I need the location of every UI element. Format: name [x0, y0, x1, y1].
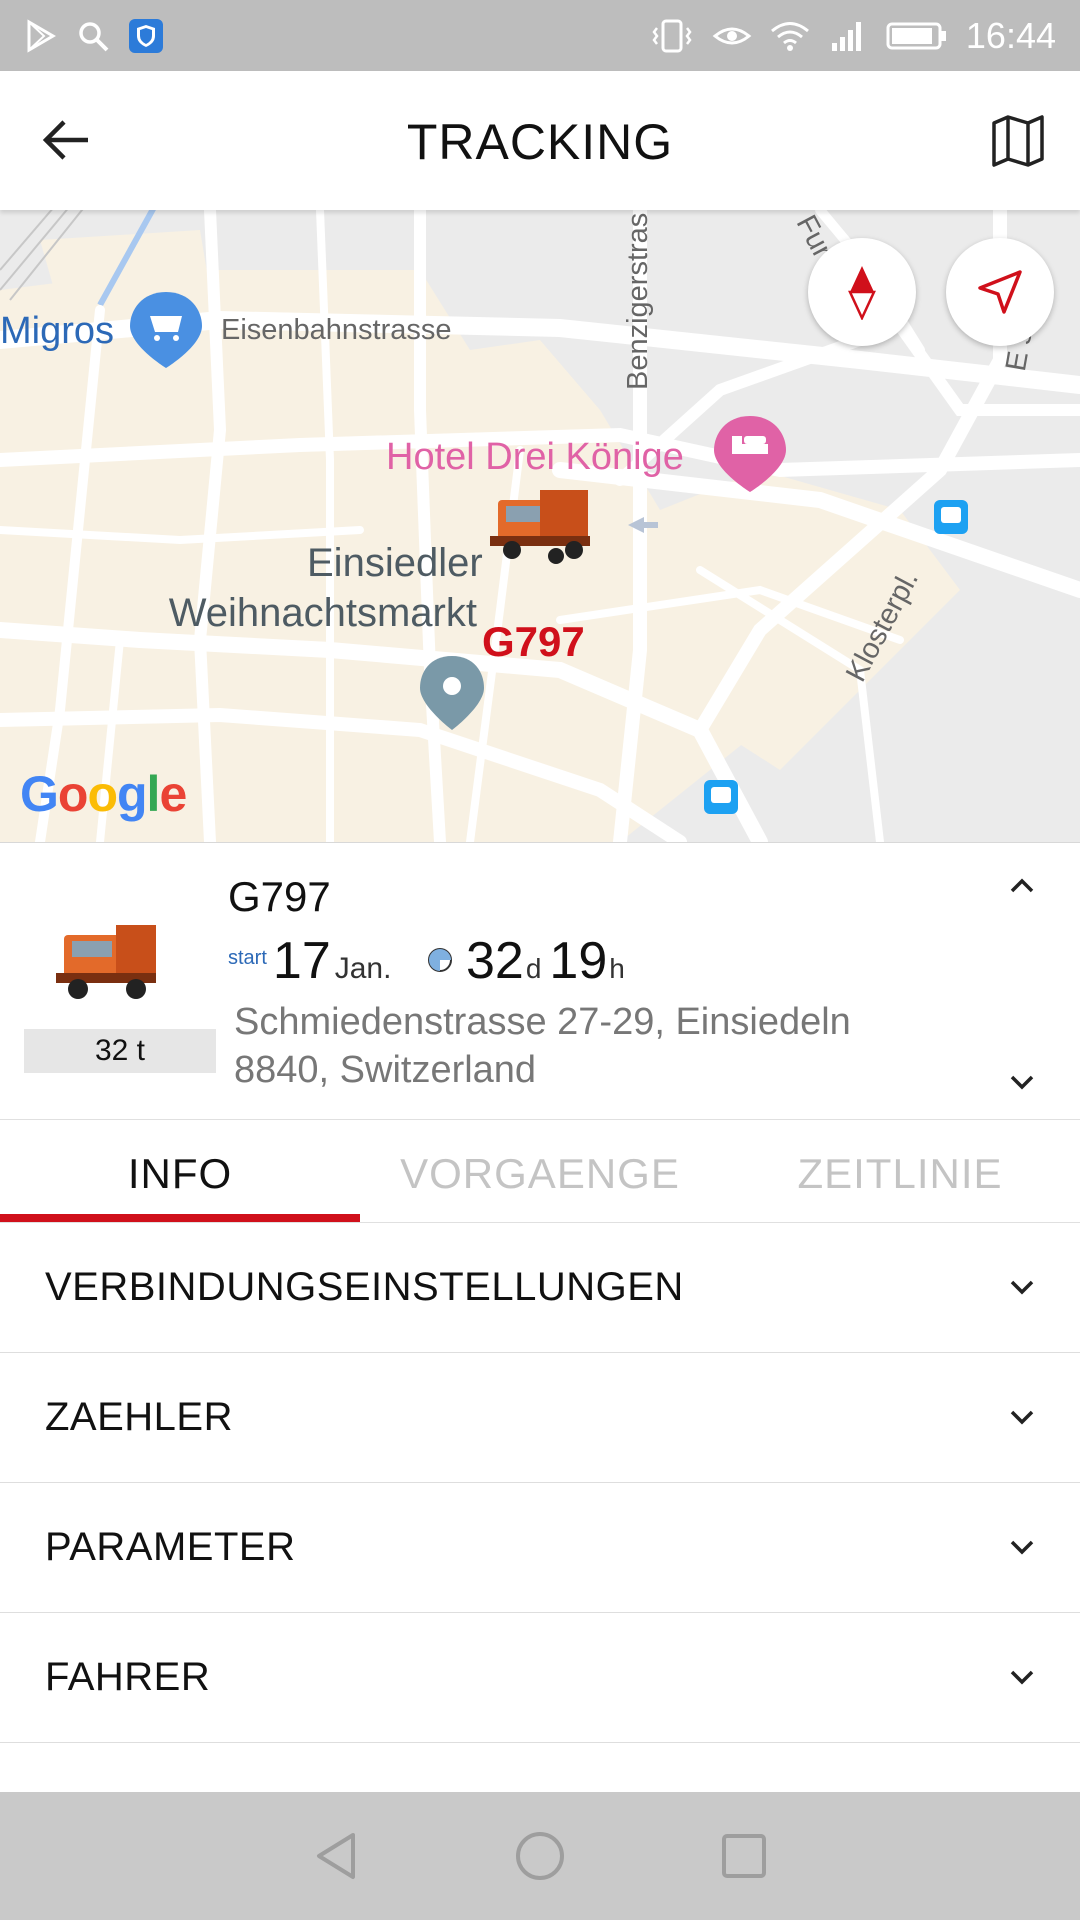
vehicle-name: G797 — [228, 873, 331, 920]
system-nav-bar — [0, 1792, 1080, 1920]
map-label-market-line2: Weihnachtsmarkt — [168, 591, 477, 635]
signal-icon — [831, 21, 861, 51]
section-label: PARAMETER — [45, 1525, 296, 1569]
compass-icon — [848, 266, 876, 320]
locate-button[interactable] — [946, 238, 1054, 346]
chevron-down-icon — [1010, 1280, 1034, 1295]
map-label-migros: Migros — [0, 310, 115, 352]
navigation-arrow-icon — [978, 270, 1022, 314]
chevron-down-icon — [1010, 1670, 1034, 1685]
home-nav-icon[interactable] — [513, 1829, 567, 1883]
google-logo: Google — [20, 766, 187, 822]
start-label: start — [228, 947, 267, 969]
start-month: Jan. — [334, 952, 392, 985]
chevron-down-icon — [1010, 1410, 1034, 1425]
tab-zeitlinie[interactable]: ZEITLINIE — [720, 1120, 1080, 1222]
play-store-icon — [27, 18, 56, 53]
chevron-down-icon[interactable] — [1002, 1063, 1042, 1103]
section-fahrer[interactable]: FAHRER — [0, 1613, 1080, 1743]
tab-info[interactable]: INFO — [0, 1120, 360, 1222]
start-date: start 17 Jan. — [228, 931, 391, 991]
chevron-down-icon — [1010, 1540, 1034, 1555]
section-verbindungseinstellungen[interactable]: VERBINDUNGSEINSTELLUNGEN — [0, 1223, 1080, 1353]
chevron-up-icon[interactable] — [1002, 865, 1042, 905]
duration-days: 32 — [466, 932, 524, 990]
start-day: 17 — [272, 932, 331, 990]
map-label-eisenbahnstrasse: Eisenbahnstrasse — [221, 314, 452, 346]
duration-icon — [428, 948, 452, 972]
tab-bar: INFO VORGAENGE ZEITLINIE — [0, 1119, 1080, 1223]
weight-badge: 32 t — [24, 1029, 216, 1073]
vehicle-address: Schmiedenstrasse 27-29, Einsiedeln 8840,… — [234, 998, 974, 1094]
section-label: VERBINDUNGSEINSTELLUNGEN — [45, 1265, 684, 1309]
recents-nav-icon[interactable] — [717, 1829, 771, 1883]
section-zaehler[interactable]: ZAEHLER — [0, 1353, 1080, 1483]
search-icon — [79, 21, 109, 51]
duration-hours: 19 — [549, 932, 608, 990]
duration-days-unit: d — [525, 953, 542, 984]
back-nav-icon[interactable] — [309, 1829, 363, 1883]
address-line1: Schmiedenstrasse 27-29, Einsiedeln — [234, 1001, 851, 1043]
map-label-market: Einsiedler Weihnachtsmarkt — [163, 538, 483, 638]
tracking-screen: 16:44 TRACKING Migros Eisenbahnstrasse B… — [0, 0, 1080, 1920]
duration: 32 d 19 h — [426, 931, 633, 991]
duration-hours-unit: h — [609, 953, 625, 984]
page-title: TRACKING — [406, 114, 674, 170]
tab-vorgaenge[interactable]: VORGAENGE — [360, 1120, 720, 1222]
wifi-icon — [770, 21, 809, 51]
vehicle-info-card[interactable]: 32 t G797 start 17 Jan. 32 d 19 h Schmie… — [0, 842, 1080, 1119]
vibrate-icon — [652, 19, 692, 52]
status-bar: 16:44 — [0, 0, 1080, 71]
battery-icon — [886, 22, 946, 49]
compass-button[interactable] — [808, 238, 916, 346]
map-base — [0, 210, 1080, 842]
app-toolbar: TRACKING — [0, 71, 1080, 210]
map-view[interactable]: Migros Eisenbahnstrasse Benzigerstras Ho… — [0, 210, 1080, 842]
map-label-vehicle: G797 — [482, 618, 585, 665]
map-icon[interactable] — [990, 113, 1046, 169]
section-parameter[interactable]: PARAMETER — [0, 1483, 1080, 1613]
map-label-benzigerstrasse: Benzigerstras — [622, 212, 654, 390]
status-time: 16:44 — [965, 14, 1056, 56]
section-label: FAHRER — [45, 1655, 211, 1699]
section-list: VERBINDUNGSEINSTELLUNGEN ZAEHLER PARAMET… — [0, 1223, 1080, 1743]
address-line2: 8840, Switzerland — [234, 1049, 537, 1091]
shield-icon — [129, 18, 163, 53]
truck-thumbnail — [56, 925, 156, 999]
eye-icon — [712, 27, 752, 44]
map-label-market-line1: Einsiedler — [307, 541, 483, 585]
map-label-hotel: Hotel Drei Könige — [386, 436, 684, 478]
section-label: ZAEHLER — [45, 1395, 233, 1439]
